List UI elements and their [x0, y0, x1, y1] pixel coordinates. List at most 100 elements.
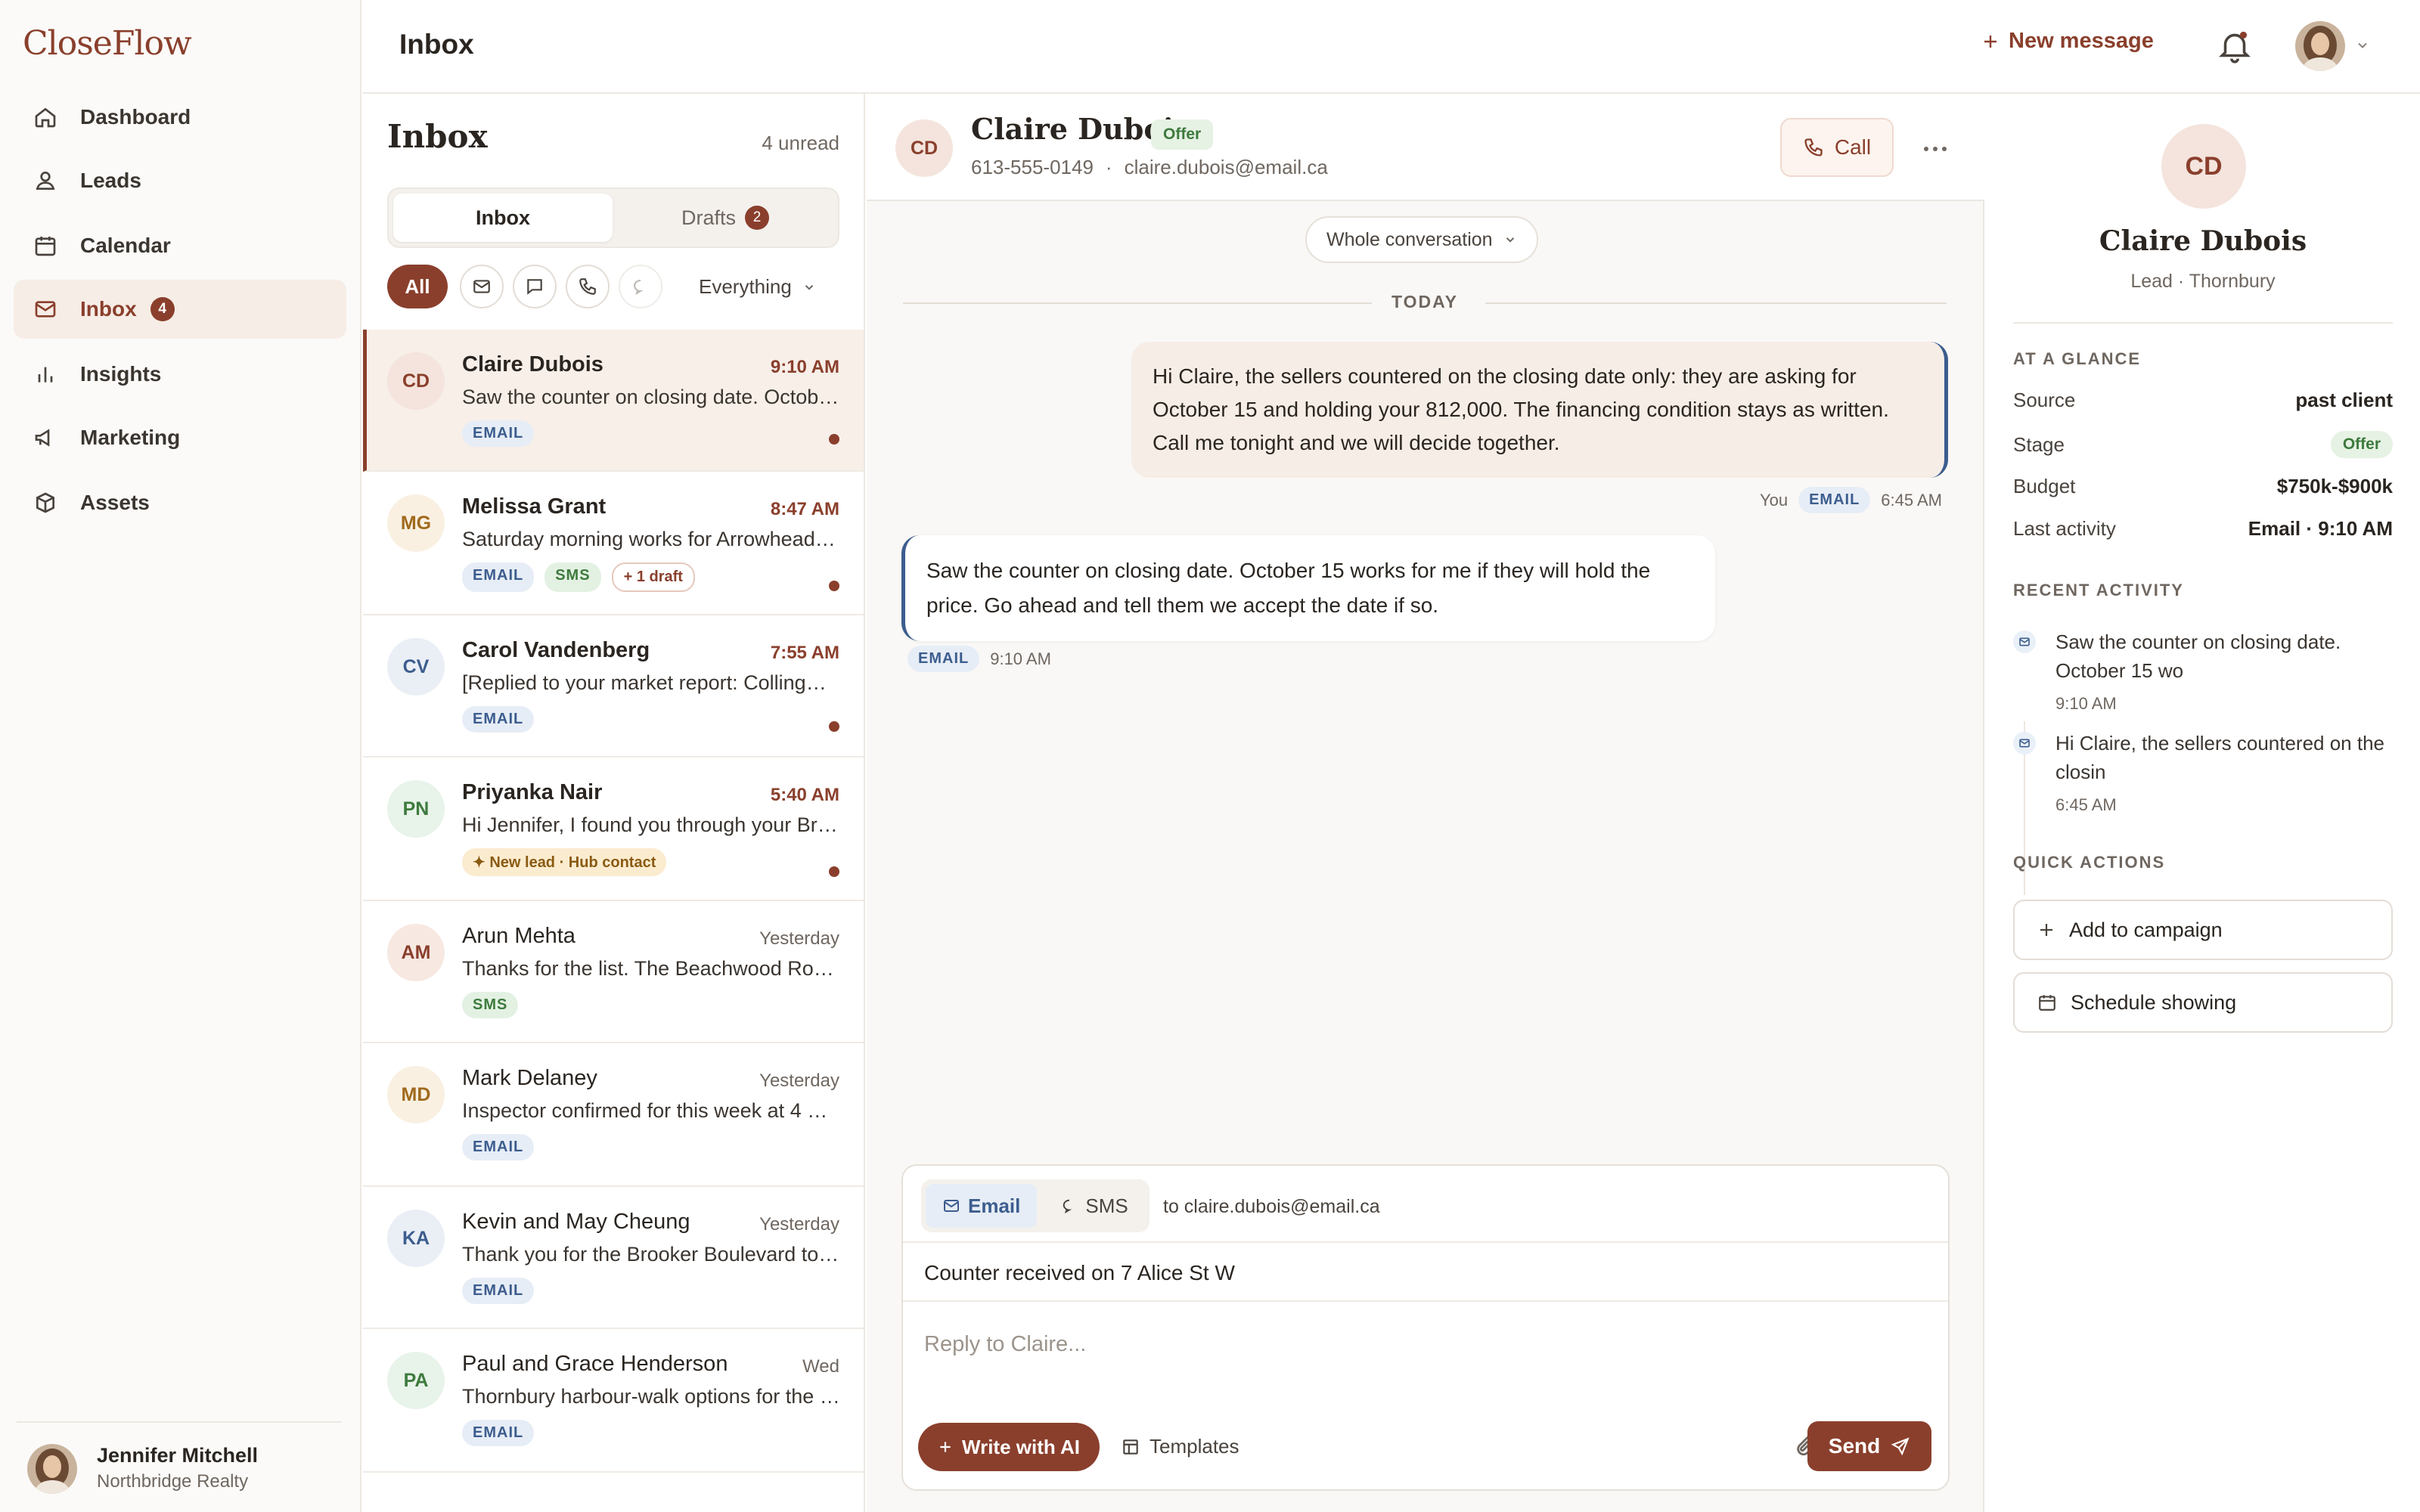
sidebar-item-label: Inbox: [80, 297, 137, 321]
new-message-label: New message: [2009, 29, 2154, 53]
conversation-scope-dropdown[interactable]: Whole conversation: [1305, 216, 1538, 263]
tab-inbox-label: Inbox: [476, 206, 530, 229]
conversation-item[interactable]: CV Carol Vandenberg 7:55 AM [Replied to …: [363, 615, 864, 758]
filter-email-button[interactable]: [460, 265, 504, 308]
filter-messenger-button[interactable]: [619, 265, 662, 308]
everything-label: Everything: [699, 275, 792, 298]
sidebar-item-insights[interactable]: Insights: [14, 345, 346, 404]
templates-label: Templates: [1150, 1435, 1239, 1458]
filter-sms-button[interactable]: [513, 265, 557, 308]
conversation-item[interactable]: MD Mark Delaney Yesterday Inspector conf…: [363, 1043, 864, 1187]
speech-bubble-icon: [631, 277, 650, 296]
templates-button[interactable]: Templates: [1121, 1435, 1239, 1458]
avatar: AM: [387, 924, 445, 981]
mail-icon: [472, 277, 492, 296]
reply-composer: Email SMS to claire.dubois@email.ca Coun…: [901, 1164, 1950, 1491]
detail-key: Last activity: [2013, 517, 2116, 540]
detail-row: Source past client: [2013, 389, 2393, 412]
everything-dropdown[interactable]: Everything: [699, 275, 816, 299]
incoming-message: Saw the counter on closing date. October…: [901, 535, 1715, 641]
megaphone-icon: [32, 424, 59, 451]
send-button[interactable]: Send: [1807, 1421, 1931, 1471]
conversation-preview: Thank you for the Brooker Boulevard tour…: [462, 1243, 840, 1266]
filter-all[interactable]: All: [387, 265, 448, 308]
section-heading: QUICK ACTIONS: [2013, 853, 2166, 872]
tab-sms[interactable]: SMS: [1044, 1184, 1144, 1228]
tab-drafts[interactable]: Drafts 2: [616, 194, 835, 242]
detail-value: past client: [2295, 389, 2393, 411]
sidebar-item-marketing[interactable]: Marketing: [14, 408, 346, 467]
person-icon: [32, 167, 59, 194]
contact-subtitle: Lead · Thornbury: [2130, 271, 2276, 292]
user-card[interactable]: Jennifer Mitchell Northbridge Realty: [17, 1421, 342, 1504]
conversation-item[interactable]: PA Paul and Grace Henderson Wed Thornbur…: [363, 1329, 864, 1473]
new-message-button[interactable]: New message: [1981, 29, 2154, 54]
detail-row: Budget $750k-$900k: [2013, 475, 2393, 498]
conversation-item[interactable]: MG Melissa Grant 8:47 AM Saturday mornin…: [363, 472, 864, 615]
conversation-item[interactable]: CD Claire Dubois 9:10 AM Saw the counter…: [363, 330, 864, 472]
inbox-count-badge: 4: [150, 297, 175, 321]
chevron-down-icon[interactable]: [2355, 38, 2370, 53]
call-button[interactable]: Call: [1780, 118, 1894, 177]
conversation-name: Claire Dubois: [462, 352, 603, 376]
activity-time: 6:45 AM: [2055, 795, 2117, 814]
filter-call-button[interactable]: [566, 265, 610, 308]
contact-phone[interactable]: 613-555-0149: [971, 156, 1094, 179]
tab-email[interactable]: Email: [926, 1184, 1038, 1228]
conversation-preview: Inspector confirmed for this week at 4 P…: [462, 1099, 840, 1122]
section-heading: AT A GLANCE: [2013, 349, 2142, 368]
sidebar: CloseFlow Dashboard Leads Calendar Inbox…: [0, 0, 361, 1512]
message-time: 9:10 AM: [990, 649, 1051, 668]
conversation-preview: Thornbury harbour-walk options for the s…: [462, 1385, 840, 1408]
activity-item[interactable]: Hi Claire, the sellers countered on the …: [2013, 729, 2393, 827]
reply-input[interactable]: Reply to Claire...: [924, 1332, 1922, 1357]
schedule-showing-button[interactable]: Schedule showing: [2013, 972, 2393, 1033]
channel-tag: EMAIL: [1798, 487, 1871, 513]
scope-label: Whole conversation: [1326, 228, 1493, 250]
conversation-tags: EMAIL: [462, 1278, 535, 1304]
contact-email[interactable]: claire.dubois@email.ca: [1125, 156, 1328, 179]
add-to-campaign-button[interactable]: Add to campaign: [2013, 900, 2393, 960]
tab-email-label: Email: [968, 1194, 1021, 1217]
contact-name: Claire Dubois: [2099, 225, 2307, 257]
sidebar-item-leads[interactable]: Leads: [14, 151, 346, 210]
inbox-drafts-toggle: Inbox Drafts 2: [387, 187, 839, 248]
sidebar-item-assets[interactable]: Assets: [14, 473, 346, 532]
sidebar-item-label: Assets: [80, 491, 150, 514]
avatar: CD: [2161, 124, 2246, 209]
channel-tabs: Email SMS: [921, 1179, 1150, 1232]
subject-field[interactable]: Counter received on 7 Alice St W: [903, 1241, 1948, 1302]
tab-inbox[interactable]: Inbox: [393, 194, 613, 242]
write-with-ai-button[interactable]: Write with AI: [918, 1423, 1100, 1471]
bell-icon[interactable]: [2216, 27, 2254, 65]
activity-item[interactable]: Saw the counter on closing date. October…: [2013, 627, 2393, 726]
sidebar-item-label: Dashboard: [80, 105, 191, 129]
section-heading: RECENT ACTIVITY: [2013, 581, 2184, 600]
list-title: Inbox: [387, 118, 488, 155]
outgoing-message: Hi Claire, the sellers countered on the …: [1131, 342, 1948, 478]
sidebar-item-calendar[interactable]: Calendar: [14, 216, 346, 275]
activity-text: Saw the counter on closing date. October…: [2055, 631, 2341, 682]
phone-icon: [1803, 137, 1824, 158]
conversation-time: 7:55 AM: [770, 643, 839, 663]
sidebar-item-dashboard[interactable]: Dashboard: [14, 88, 346, 147]
conversation-item[interactable]: PN Priyanka Nair 5:40 AM Hi Jennifer, I …: [363, 758, 864, 901]
sidebar-item-label: Marketing: [80, 426, 181, 449]
thread-header: CD Claire Dubois Offer 613-555-0149 · cl…: [867, 94, 1984, 201]
conversation-tags: SMS: [462, 992, 519, 1018]
conversation-item[interactable]: AM Arun Mehta Yesterday Thanks for the l…: [363, 901, 864, 1043]
conversation-item[interactable]: KA Kevin and May Cheung Yesterday Thank …: [363, 1187, 864, 1329]
new-lead-tag: ✦ New lead · Hub contact: [462, 848, 667, 876]
account-avatar[interactable]: [2295, 21, 2345, 71]
mail-icon: [32, 296, 59, 323]
more-options-icon[interactable]: [1916, 130, 1954, 168]
drafts-count-badge: 2: [745, 206, 769, 230]
detail-value: $750k-$900k: [2276, 475, 2393, 497]
channel-tag: EMAIL: [462, 420, 535, 447]
sidebar-item-inbox[interactable]: Inbox 4: [14, 280, 346, 339]
conversation-name: Carol Vandenberg: [462, 638, 650, 662]
recipient-line: to claire.dubois@email.ca: [1163, 1196, 1380, 1217]
divider-line: [1485, 302, 1947, 304]
draft-tag: + 1 draft: [611, 562, 695, 592]
unread-dot: [829, 434, 839, 445]
